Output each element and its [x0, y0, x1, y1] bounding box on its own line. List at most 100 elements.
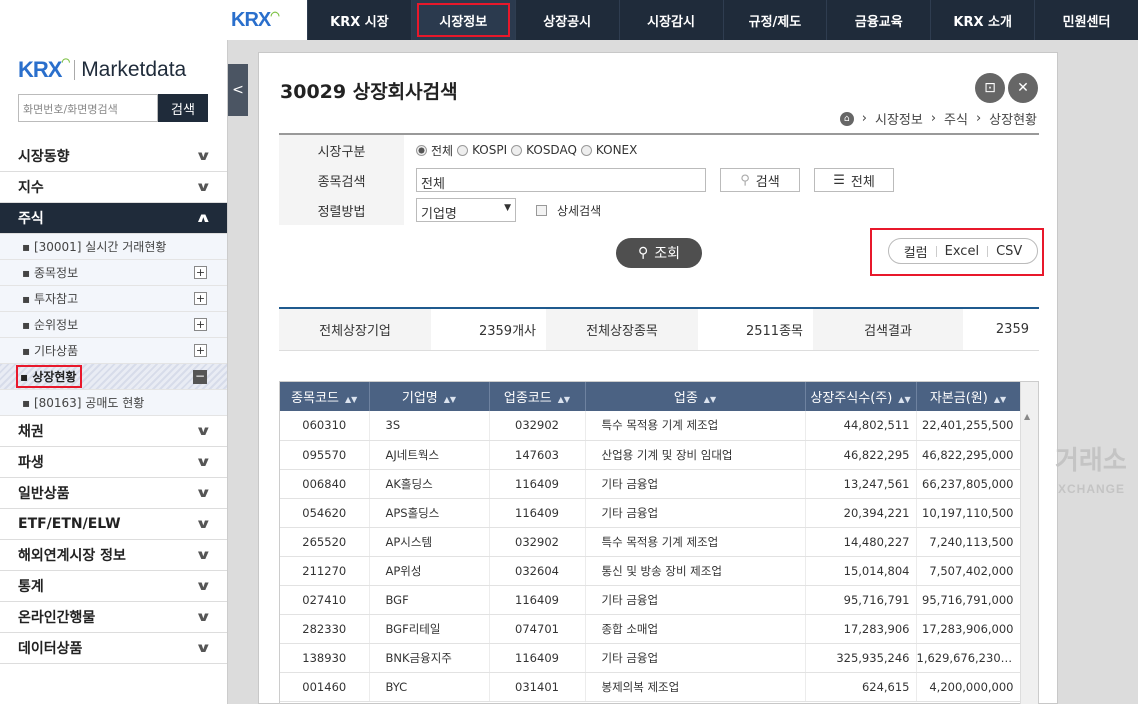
menu-stock[interactable]: 주식 ∧	[0, 203, 227, 234]
table-row[interactable]: 001460 BYC 031401 봉제의복 제조업 624,615 4,200,000,…	[280, 672, 1021, 702]
chevron-left-icon: <	[232, 82, 244, 98]
radio-all[interactable]	[416, 144, 427, 156]
submenu-stock-info[interactable]: ▪ 종목정보 +	[0, 260, 227, 286]
col-industry[interactable]: 업종 ▲▼	[585, 382, 806, 411]
table-cell: 기타 금융업	[585, 585, 806, 615]
excel-button[interactable]: Excel	[945, 244, 979, 259]
table-scrollbar[interactable]: ▲	[1020, 382, 1038, 704]
stock-all-button[interactable]: ☰ 전체	[814, 168, 894, 192]
expand-icon: ⊡	[984, 80, 996, 96]
table-cell: AP위성	[369, 556, 490, 586]
table-cell: 66,237,805,000	[916, 469, 1021, 499]
dropdown-arrow-icon: ▼	[504, 203, 511, 213]
collapse-icon[interactable]: −	[193, 369, 207, 384]
nav-listing-disclosure[interactable]: 상장공시	[514, 0, 619, 40]
table-cell: 95,716,791,000	[916, 585, 1021, 615]
expand-window-button[interactable]: ⊡	[975, 73, 1005, 103]
radio-konex[interactable]	[580, 144, 592, 156]
menu-data-products[interactable]: 데이터상품 ∨	[0, 633, 227, 664]
submenu-ranking-info[interactable]: ▪ 순위정보 +	[0, 312, 227, 338]
nav-about-krx[interactable]: KRX 소개	[930, 0, 1034, 40]
close-window-button[interactable]: ✕	[1008, 73, 1038, 103]
table-cell: 46,822,295	[805, 440, 917, 470]
stock-search-input[interactable]: 전체	[416, 168, 706, 192]
chevron-down-icon: ∨	[195, 485, 213, 501]
table-cell: 116409	[489, 469, 586, 499]
sort-row: 정렬방법 기업명 ▼ 상세검색	[279, 195, 1039, 225]
csv-button[interactable]: CSV	[996, 244, 1022, 259]
stock-search-button[interactable]: ⚲ 검색	[720, 168, 800, 192]
nav-regulation[interactable]: 규정/제도	[722, 0, 827, 40]
scroll-arrow-icon[interactable]: ▲	[1024, 412, 1035, 422]
table-header: 종목코드 ▲▼ 기업명 ▲▼ 업종코드 ▲▼ 업종 ▲▼ 상장주식수(주) ▲▼ 자본금(…	[280, 382, 1021, 411]
sort-select[interactable]: 기업명 ▼	[416, 198, 516, 222]
col-industry-code[interactable]: 업종코드 ▲▼	[489, 382, 586, 411]
col-capital[interactable]: 자본금(원) ▲▼	[916, 382, 1021, 411]
table-row[interactable]: 138930 BNK금융지주 116409 기타 금융업 325,935,246 1,62…	[280, 643, 1021, 673]
breadcrumb-item[interactable]: 주식	[944, 109, 968, 128]
submenu-investment-reference[interactable]: ▪ 투자참고 +	[0, 286, 227, 312]
menu-market-trend[interactable]: 시장동향 ∨	[0, 141, 227, 172]
table-row[interactable]: 060310 3S 032902 특수 목적용 기계 제조업 44,802,511 22,…	[280, 411, 1021, 441]
summary-value: 2359	[995, 322, 1029, 337]
col-code[interactable]: 종목코드 ▲▼	[280, 382, 370, 411]
sidebar-collapse-button[interactable]: <	[228, 64, 248, 116]
sidebar-brand[interactable]: KRX◠ Marketdata	[0, 40, 227, 86]
table-cell: 1,629,676,230,...	[916, 643, 1021, 673]
submenu-other-products[interactable]: ▪ 기타상품 +	[0, 338, 227, 364]
expand-icon[interactable]: +	[194, 292, 207, 305]
breadcrumb-item[interactable]: 상장현황	[989, 109, 1037, 128]
menu-bond[interactable]: 채권 ∨	[0, 416, 227, 447]
screen-search-input[interactable]: 화면번호/화면명검색	[18, 94, 158, 122]
col-shares[interactable]: 상장주식수(주) ▲▼	[805, 382, 917, 411]
detail-search-checkbox[interactable]	[536, 204, 547, 216]
menu-etf[interactable]: ETF/ETN/ELW ∨	[0, 509, 227, 540]
table-row[interactable]: 027410 BGF 116409 기타 금융업 95,716,791 95,716,79…	[280, 585, 1021, 615]
stock-label: 종목검색	[279, 165, 404, 195]
krx-logo[interactable]: KRX◠	[231, 9, 280, 32]
sort-icon: ▲▼	[993, 395, 1007, 404]
column-button[interactable]: 컬럼	[904, 242, 928, 261]
expand-icon[interactable]: +	[194, 344, 207, 357]
query-button[interactable]: ⚲ 조회	[616, 238, 702, 268]
table-row[interactable]: 054620 APS홀딩스 116409 기타 금융업 20,394,221 10,197…	[280, 498, 1021, 528]
menu-overseas[interactable]: 해외연계시장 정보 ∨	[0, 540, 227, 571]
menu-publications[interactable]: 온라인간행물 ∨	[0, 602, 227, 633]
nav-finance-education[interactable]: 금융교육	[826, 0, 930, 40]
table-cell: 147603	[489, 440, 586, 470]
chevron-down-icon: ∨	[195, 609, 213, 625]
nav-market-info[interactable]: 시장정보	[410, 0, 515, 40]
table-cell: 3S	[369, 411, 490, 441]
table-row[interactable]: 211270 AP위성 032604 통신 및 방송 장비 제조업 15,014,804…	[280, 556, 1021, 586]
expand-icon[interactable]: +	[194, 266, 207, 279]
menu-index[interactable]: 지수 ∨	[0, 172, 227, 203]
radio-kosdaq[interactable]	[511, 144, 523, 156]
chevron-down-icon: ∨	[195, 454, 213, 470]
table-row[interactable]: 282330 BGF리테일 074701 종합 소매업 17,283,906 17,283…	[280, 614, 1021, 644]
table-row[interactable]: 265520 AP시스템 032902 특수 목적용 기계 제조업 14,480,227…	[280, 527, 1021, 557]
col-company[interactable]: 기업명 ▲▼	[369, 382, 490, 411]
nav-krx-market[interactable]: KRX 시장	[307, 0, 411, 40]
nav-market-surveillance[interactable]: 시장감시	[618, 0, 723, 40]
screen-search: 화면번호/화면명검색 검색	[18, 94, 227, 122]
screen-search-button[interactable]: 검색	[158, 94, 208, 122]
submenu-short-selling[interactable]: ▪ [80163] 공매도 현황	[0, 390, 227, 416]
home-icon[interactable]: ⌂	[839, 111, 854, 126]
table-row[interactable]: 006840 AK홀딩스 116409 기타 금융업 13,247,561 66,237,…	[280, 469, 1021, 499]
expand-icon[interactable]: +	[194, 318, 207, 331]
table-cell: AK홀딩스	[369, 469, 490, 499]
menu-commodities[interactable]: 일반상품 ∨	[0, 478, 227, 509]
table-cell: BGF	[369, 585, 490, 615]
table-cell: 624,615	[805, 672, 917, 702]
main-menu: KRX 시장 시장정보 상장공시 시장감시 규정/제도 금융교육 KRX 소개 …	[307, 0, 1138, 40]
table-cell: 10,197,110,500	[916, 498, 1021, 528]
nav-civil-center[interactable]: 민원센터	[1034, 0, 1138, 40]
submenu-listing-status[interactable]: ▪ 상장현황 −	[0, 364, 227, 390]
menu-statistics[interactable]: 통계 ∨	[0, 571, 227, 602]
table-row[interactable]: 095570 AJ네트웍스 147603 산업용 기계 및 장비 임대업 46,822,…	[280, 440, 1021, 470]
menu-derivatives[interactable]: 파생 ∨	[0, 447, 227, 478]
radio-kospi[interactable]	[457, 144, 469, 156]
submenu-realtime-trading[interactable]: ▪ [30001] 실시간 거래현황	[0, 234, 227, 260]
table-cell: 282330	[280, 614, 370, 644]
breadcrumb-item[interactable]: 시장정보	[875, 109, 923, 128]
